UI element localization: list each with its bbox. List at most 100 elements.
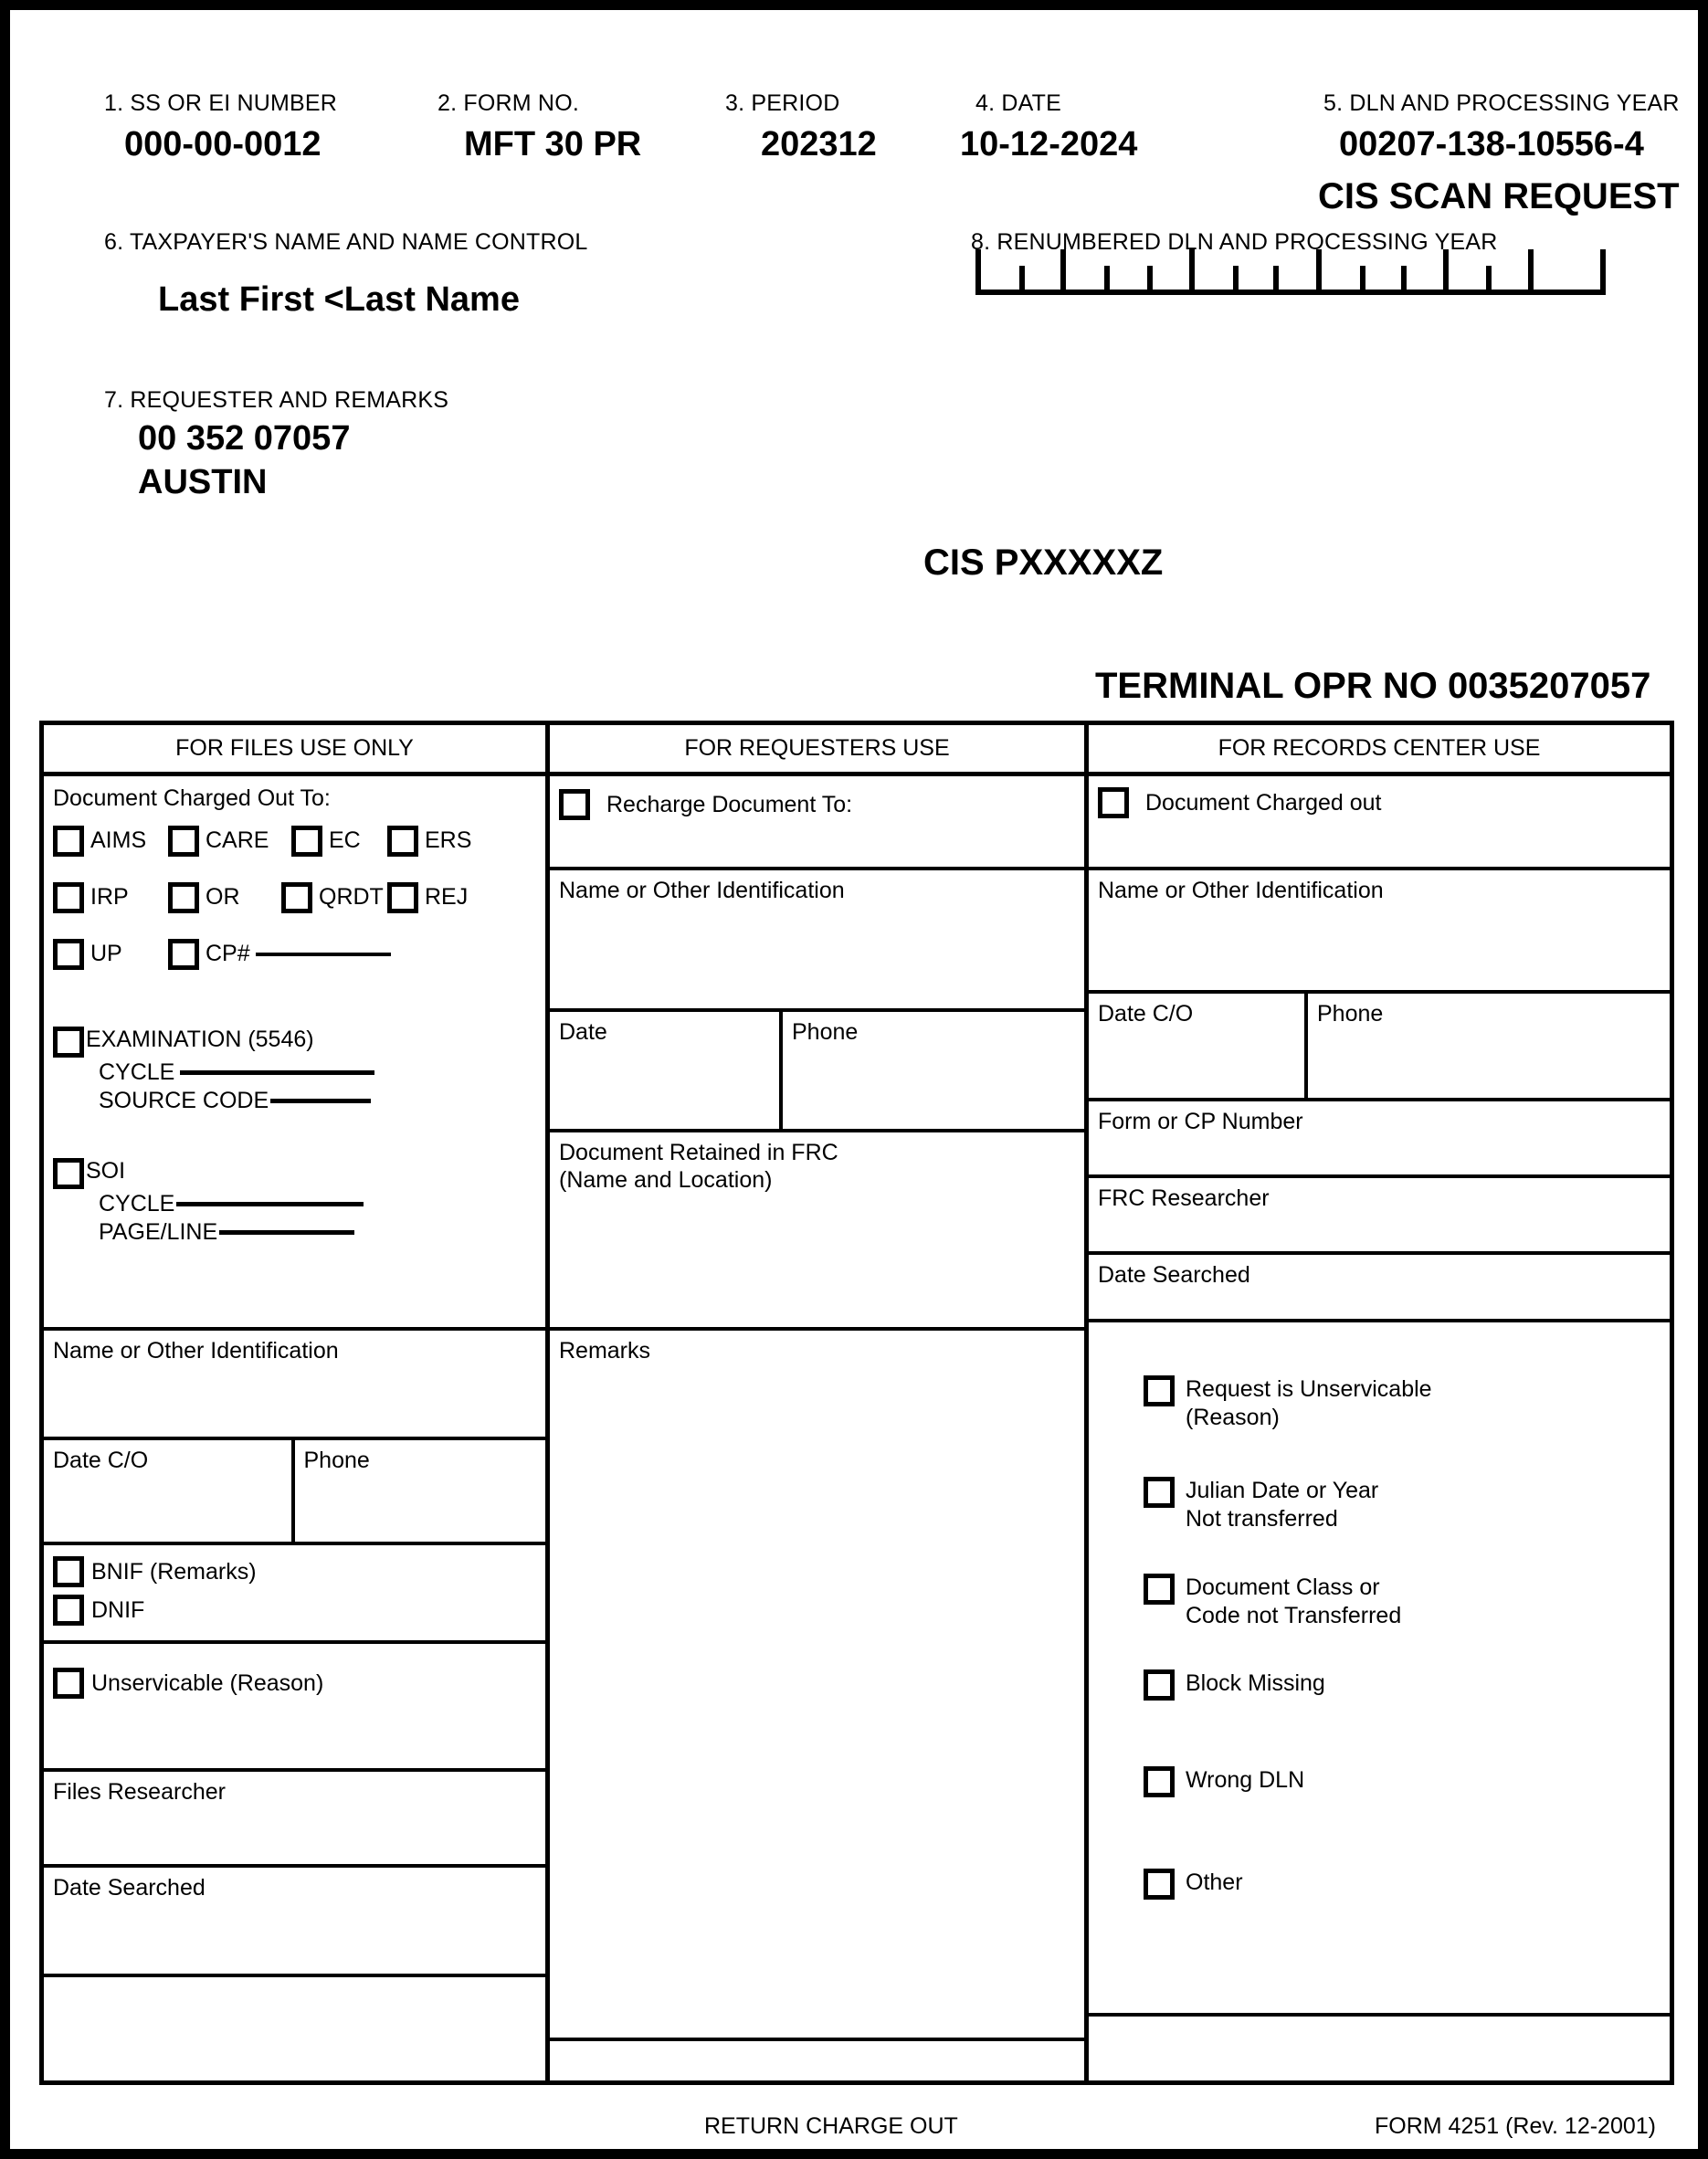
examination-checkbox-row[interactable]: EXAMINATION (5546): [53, 1026, 536, 1058]
checkbox-label-rej: REJ: [425, 884, 469, 910]
soi-cycle-write-in-line[interactable]: [176, 1201, 364, 1206]
checkbox-option-unservicable[interactable]: Unservicable (Reason): [53, 1668, 536, 1699]
checkbox-other[interactable]: [1144, 1868, 1175, 1900]
checkbox-block-missing[interactable]: [1144, 1669, 1175, 1701]
charge-row-2: IRP OR QRDT REJ: [53, 881, 536, 913]
records-name-or-other-id-cell[interactable]: Name or Other Identification: [1089, 870, 1670, 994]
checkbox-option-wrong-dln[interactable]: Wrong DLN: [1144, 1765, 1661, 1797]
files-phone-cell[interactable]: Phone: [295, 1440, 546, 1542]
dln-comb-tick: [1019, 266, 1025, 295]
field-label-ss-ei-number: 1. SS OR EI NUMBER: [104, 90, 338, 116]
checkbox-ec[interactable]: [291, 825, 322, 857]
checkbox-or[interactable]: [168, 881, 199, 913]
checkbox-up[interactable]: [53, 938, 84, 970]
field-value-dln-processing-year: 00207-138-10556-4: [1339, 125, 1644, 163]
records-form-or-cp-number-cell[interactable]: Form or CP Number: [1089, 1101, 1670, 1178]
dln-comb-tick: [1401, 266, 1407, 295]
requesters-date-label: Date: [559, 1019, 607, 1045]
dln-comb-tick: [975, 266, 981, 295]
renumbered-dln-comb-field[interactable]: [975, 249, 1606, 295]
form-4251-page: 1. SS OR EI NUMBER 000-00-0012 2. FORM N…: [0, 0, 1708, 2159]
checkbox-option-irp[interactable]: IRP: [53, 881, 168, 913]
checkbox-option-ec[interactable]: EC: [291, 825, 387, 857]
checkbox-recharge-document[interactable]: [559, 789, 590, 820]
checkbox-option-dnif[interactable]: DNIF: [53, 1595, 536, 1626]
checkbox-document-class-not-transferred[interactable]: [1144, 1574, 1175, 1605]
checkbox-label-unservicable: Unservicable (Reason): [91, 1669, 324, 1696]
checkbox-option-document-charged-out[interactable]: Document Charged out: [1098, 787, 1661, 818]
checkbox-ers[interactable]: [387, 825, 418, 857]
checkbox-option-up[interactable]: UP: [53, 938, 168, 970]
checkbox-option-rej[interactable]: REJ: [387, 881, 469, 913]
files-name-or-other-id-cell[interactable]: Name or Other Identification: [44, 1331, 545, 1440]
column-title-requesters: FOR REQUESTERS USE: [550, 725, 1084, 776]
checkbox-request-unservicable[interactable]: [1144, 1375, 1175, 1406]
field-value-form-no: MFT 30 PR: [464, 125, 642, 163]
dln-comb-divider: [1528, 249, 1534, 295]
reason-line1-request-unservicable: Request is Unservicable: [1186, 1376, 1432, 1402]
requesters-name-or-other-id-label: Name or Other Identification: [559, 878, 845, 903]
records-frc-researcher-cell[interactable]: FRC Researcher: [1089, 1178, 1670, 1255]
files-unservicable-cell: Unservicable (Reason): [44, 1644, 545, 1772]
checkbox-document-charged-out[interactable]: [1098, 787, 1129, 818]
checkbox-qrdt[interactable]: [281, 881, 312, 913]
files-bottom-strip-cell: [44, 1977, 545, 2080]
checkbox-option-bnif[interactable]: BNIF (Remarks): [53, 1556, 536, 1587]
checkbox-cp-number[interactable]: [168, 938, 199, 970]
checkbox-option-qrdt[interactable]: QRDT: [281, 881, 387, 913]
checkbox-option-julian-date-not-transferred[interactable]: Julian Date or Year Not transferred: [1144, 1476, 1661, 1534]
checkbox-care[interactable]: [168, 825, 199, 857]
requesters-phone-cell[interactable]: Phone: [783, 1012, 1084, 1129]
checkbox-julian-date-not-transferred[interactable]: [1144, 1476, 1175, 1508]
records-reasons-cell: Request is Unservicable (Reason) Julian …: [1089, 1322, 1670, 2017]
checkbox-irp[interactable]: [53, 881, 84, 913]
charge-row-1: AIMS CARE EC ERS: [53, 825, 536, 857]
checkbox-option-care[interactable]: CARE: [168, 825, 291, 857]
dln-comb-tick: [1360, 266, 1365, 295]
records-phone-cell[interactable]: Phone: [1308, 994, 1670, 1098]
records-date-searched-label: Date Searched: [1098, 1262, 1250, 1288]
examination-block: EXAMINATION (5546) CYCLE SOURCE CODE: [53, 1026, 536, 1114]
checkbox-unservicable[interactable]: [53, 1668, 84, 1699]
requesters-document-retained-frc-cell[interactable]: Document Retained in FRC (Name and Locat…: [550, 1132, 1084, 1331]
examination-source-code-write-in-line[interactable]: [270, 1098, 372, 1103]
checkbox-option-ers[interactable]: ERS: [387, 825, 471, 857]
reason-line1-document-class: Document Class or: [1186, 1574, 1380, 1600]
reason-line2-request-unservicable: (Reason): [1186, 1405, 1280, 1431]
records-date-searched-cell[interactable]: Date Searched: [1089, 1255, 1670, 1322]
checkbox-option-block-missing[interactable]: Block Missing: [1144, 1669, 1661, 1701]
checkbox-rej[interactable]: [387, 881, 418, 913]
requesters-date-cell[interactable]: Date: [550, 1012, 783, 1129]
files-name-or-other-id-label: Name or Other Identification: [53, 1338, 339, 1364]
checkbox-option-aims[interactable]: AIMS: [53, 825, 168, 857]
checkbox-option-cp-number[interactable]: CP#: [168, 938, 391, 970]
requesters-name-or-other-id-cell[interactable]: Name or Other Identification: [550, 870, 1084, 1012]
checkbox-label-wrong-dln: Wrong DLN: [1186, 1766, 1305, 1793]
checkbox-aims[interactable]: [53, 825, 84, 857]
requesters-remarks-cell[interactable]: Remarks: [550, 1331, 1084, 2041]
field-label-form-no: 2. FORM NO.: [438, 90, 579, 116]
cp-number-write-in-line[interactable]: [255, 952, 391, 956]
column-files-use-only: FOR FILES USE ONLY Document Charged Out …: [44, 725, 550, 2080]
soi-checkbox-row[interactable]: SOI: [53, 1157, 536, 1189]
files-date-searched-cell[interactable]: Date Searched: [44, 1868, 545, 1977]
soi-page-line-write-in-line[interactable]: [219, 1229, 355, 1235]
checkbox-label-irp: IRP: [90, 884, 129, 910]
files-researcher-cell[interactable]: Files Researcher: [44, 1772, 545, 1868]
checkbox-option-or[interactable]: OR: [168, 881, 281, 913]
checkbox-examination[interactable]: [53, 1026, 84, 1058]
checkbox-soi[interactable]: [53, 1157, 84, 1189]
checkbox-bnif[interactable]: [53, 1556, 84, 1587]
checkbox-option-document-class-not-transferred[interactable]: Document Class or Code not Transferred: [1144, 1574, 1661, 1631]
checkbox-option-recharge-document[interactable]: Recharge Document To:: [559, 789, 1075, 820]
records-date-co-cell[interactable]: Date C/O: [1089, 994, 1308, 1098]
checkbox-option-other[interactable]: Other: [1144, 1868, 1661, 1900]
checkbox-label-document-charged-out: Document Charged out: [1145, 789, 1382, 816]
examination-cycle-write-in-line[interactable]: [180, 1069, 375, 1075]
checkbox-option-request-unservicable[interactable]: Request is Unservicable (Reason): [1144, 1375, 1661, 1433]
field-label-date: 4. DATE: [975, 90, 1062, 116]
field-label-dln-processing-year: 5. DLN AND PROCESSING YEAR: [1323, 90, 1680, 116]
files-date-co-cell[interactable]: Date C/O: [44, 1440, 295, 1542]
checkbox-wrong-dln[interactable]: [1144, 1765, 1175, 1797]
checkbox-dnif[interactable]: [53, 1595, 84, 1626]
